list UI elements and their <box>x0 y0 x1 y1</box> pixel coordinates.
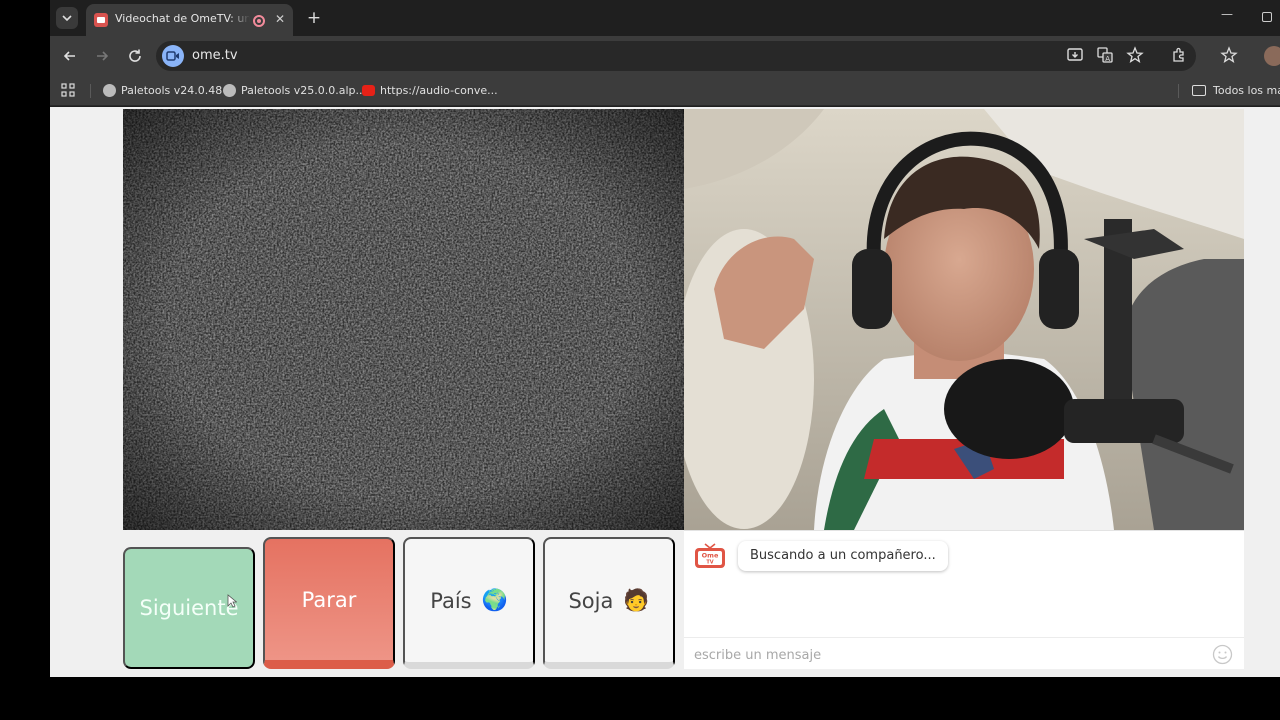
country-label: País <box>430 588 472 613</box>
bookmark-item-paletools-24[interactable]: Paletools v24.0.48 <box>103 83 222 99</box>
tab-search-button[interactable] <box>56 7 78 29</box>
url-text: ome.tv <box>192 48 238 63</box>
stranger-video <box>123 109 684 530</box>
static-noise-image <box>123 109 684 530</box>
status-message: Buscando a un compañero... <box>738 541 948 571</box>
bookmark-label: Paletools v25.0.0.alp... <box>241 84 367 97</box>
youtube-icon <box>362 85 375 96</box>
reload-button[interactable] <box>125 46 145 66</box>
globe-icon <box>103 84 116 97</box>
extensions-icon[interactable] <box>1170 46 1190 66</box>
forward-arrow-icon <box>97 51 109 61</box>
tab-title: Videochat de OmeTV: una alternativa <box>115 12 250 25</box>
chevron-down-icon <box>62 15 72 22</box>
next-label: Siguiente <box>139 596 239 620</box>
mouse-cursor-icon <box>227 594 237 608</box>
stop-label: Parar <box>301 587 357 612</box>
logo-text-top: Ome <box>702 552 719 560</box>
self-camera-video <box>684 109 1244 530</box>
globe-icon <box>223 84 236 97</box>
ometv-favicon-icon <box>94 13 108 27</box>
browser-window: Videochat de OmeTV: una alternativa ✕ + … <box>50 0 1280 677</box>
bookmark-divider <box>1178 84 1179 98</box>
folder-icon <box>1192 85 1206 96</box>
webcam-person-image <box>684 109 1244 530</box>
bookmark-star-icon[interactable] <box>1126 46 1146 66</box>
chat-panel: Ome TV Buscando a un compañero... <box>684 530 1244 669</box>
bookmarks-menu-icon[interactable] <box>1220 46 1240 66</box>
message-input[interactable] <box>694 645 1194 665</box>
country-filter-button[interactable]: País 🌍 <box>403 537 535 669</box>
minimize-button[interactable]: — <box>1220 8 1234 23</box>
bookmark-item-paletools-25[interactable]: Paletools v25.0.0.alp... <box>223 83 366 99</box>
globe-icon: 🌍 <box>481 588 508 612</box>
reload-icon <box>129 49 141 62</box>
ometv-page: Siguiente Parar País 🌍 Soja 🧑 Ome TV Bus… <box>50 107 1280 677</box>
bookmarks-bar: Paletools v24.0.48 Paletools v25.0.0.alp… <box>50 76 1280 106</box>
back-arrow-icon <box>63 51 75 61</box>
install-app-icon[interactable] <box>1066 46 1086 66</box>
emoji-picker-icon[interactable] <box>1212 644 1233 665</box>
message-input-bar <box>684 637 1244 670</box>
stop-button[interactable]: Parar <box>263 537 395 669</box>
gender-filter-button[interactable]: Soja 🧑 <box>543 537 675 669</box>
all-bookmarks-label: Todos los mar <box>1213 84 1280 97</box>
person-icon: 🧑 <box>623 588 650 612</box>
next-button[interactable]: Siguiente <box>123 547 255 669</box>
new-tab-button[interactable]: + <box>305 9 323 27</box>
svg-text:A: A <box>1105 55 1110 63</box>
gender-label: Soja <box>568 588 614 613</box>
maximize-button[interactable] <box>1262 12 1272 22</box>
address-bar[interactable]: ome.tv A <box>156 41 1196 71</box>
translate-icon[interactable]: A <box>1096 46 1116 66</box>
tab-ometv[interactable]: Videochat de OmeTV: una alternativa ✕ <box>86 4 293 36</box>
apps-grid-icon[interactable] <box>60 82 80 102</box>
toolbar: ome.tv A <box>50 36 1280 76</box>
bookmark-label: Paletools v24.0.48 <box>121 84 223 97</box>
all-bookmarks-folder[interactable]: Todos los mar <box>1192 83 1280 99</box>
bookmark-item-audio-converter[interactable]: https://audio-conve... <box>362 83 498 99</box>
profile-avatar[interactable] <box>1264 46 1280 66</box>
ometv-logo-icon: Ome TV <box>694 543 726 569</box>
back-button[interactable] <box>60 46 80 66</box>
bookmark-label: https://audio-conve... <box>380 84 498 97</box>
camera-icon[interactable] <box>162 45 184 67</box>
bookmark-divider <box>90 84 91 98</box>
logo-text-bottom: TV <box>706 560 713 566</box>
tab-strip: Videochat de OmeTV: una alternativa ✕ + … <box>50 0 1280 36</box>
forward-button[interactable] <box>92 46 112 66</box>
recording-icon <box>253 15 265 27</box>
close-icon[interactable]: ✕ <box>273 12 287 26</box>
